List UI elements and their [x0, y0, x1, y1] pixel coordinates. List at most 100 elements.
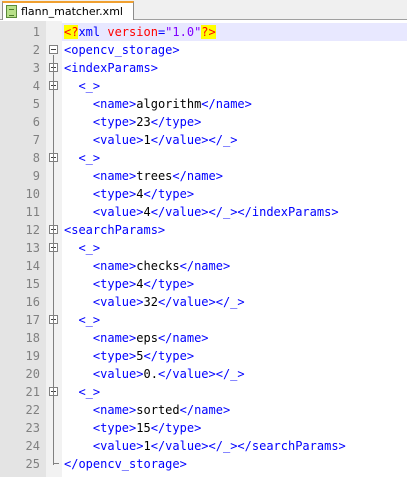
- code-text: <type>4</type>: [64, 275, 194, 293]
- element-value: 4: [136, 187, 144, 201]
- element-value: 1: [143, 439, 151, 453]
- xml-tag: </opencv_storage>: [64, 457, 187, 471]
- line-number: 10: [25, 187, 40, 201]
- code-text: <value>32</value></_>: [64, 293, 245, 311]
- xml-tag: <type>: [92, 187, 137, 201]
- code-line[interactable]: 1 <?xml version="1.0"?>: [0, 23, 407, 41]
- line-number: 17: [25, 313, 40, 327]
- xml-tag: <value>: [92, 205, 144, 219]
- element-value: 1: [143, 133, 151, 147]
- line-number: 18: [25, 331, 40, 345]
- code-line[interactable]: 25 </opencv_storage>: [0, 455, 407, 473]
- xml-tag: <name>: [92, 403, 137, 417]
- element-value: 23: [136, 115, 151, 129]
- xml-tag: <value>: [92, 439, 144, 453]
- fold-end: [53, 455, 59, 464]
- code-text: <?xml version="1.0"?>: [64, 23, 216, 41]
- line-number: 25: [25, 457, 40, 471]
- element-value: sorted: [136, 403, 180, 417]
- line-number: 2: [32, 43, 40, 57]
- xml-tag: <type>: [92, 421, 137, 435]
- tab-bar: flann_matcher.xml: [0, 0, 407, 20]
- code-text: <searchParams>: [64, 221, 165, 239]
- line-number: 6: [32, 115, 40, 129]
- element-value: 0.: [143, 367, 158, 381]
- code-line[interactable]: 17 <_>: [0, 311, 407, 329]
- line-number: 13: [25, 241, 40, 255]
- code-line[interactable]: 6 <type>23</type>: [0, 113, 407, 131]
- line-number: 11: [25, 205, 40, 219]
- code-line[interactable]: 21 <_>: [0, 383, 407, 401]
- code-line[interactable]: 19 <type>5</type>: [0, 347, 407, 365]
- line-number: 9: [32, 169, 40, 183]
- line-number: 8: [32, 151, 40, 165]
- code-text: <name>algorithm</name>: [64, 95, 252, 113]
- xml-tag: </value></_>: [157, 367, 245, 381]
- code-line[interactable]: 7 <value>1</value></_>: [0, 131, 407, 149]
- xml-tag: </name>: [201, 97, 252, 111]
- code-line[interactable]: 5 <name>algorithm</name>: [0, 95, 407, 113]
- fold-toggle-icon[interactable]: [49, 45, 58, 54]
- xml-tag: <value>: [92, 295, 144, 309]
- code-text: <value>4</value></_></indexParams>: [64, 203, 339, 221]
- xml-tag: </name>: [179, 259, 231, 273]
- element-value: 15: [136, 421, 151, 435]
- xml-tag: <name>: [92, 97, 137, 111]
- code-text: </opencv_storage>: [64, 455, 187, 473]
- xml-tag: </type>: [143, 349, 195, 363]
- xml-tag: <indexParams>: [64, 61, 158, 75]
- code-line[interactable]: 23 <type>15</type>: [0, 419, 407, 437]
- code-line[interactable]: 10 <type>4</type>: [0, 185, 407, 203]
- code-text: <type>15</type>: [64, 419, 201, 437]
- file-saved-icon: [6, 5, 17, 18]
- code-line[interactable]: 12 <searchParams>: [0, 221, 407, 239]
- code-line[interactable]: 24 <value>1</value></_></searchParams>: [0, 437, 407, 455]
- code-line[interactable]: 4 <_>: [0, 77, 407, 95]
- xml-tag: <searchParams>: [64, 223, 166, 237]
- code-line[interactable]: 9 <name>trees</name>: [0, 167, 407, 185]
- code-line[interactable]: 8 <_>: [0, 149, 407, 167]
- tab-flann-matcher[interactable]: flann_matcher.xml: [2, 1, 134, 20]
- xml-tag: </type>: [150, 421, 202, 435]
- xml-tag: <_>: [78, 241, 101, 255]
- line-number: 22: [25, 403, 40, 417]
- code-line[interactable]: 3 <indexParams>: [0, 59, 407, 77]
- xml-tag: <type>: [92, 349, 137, 363]
- line-number: 23: [25, 421, 40, 435]
- code-line[interactable]: 11 <value>4</value></_></indexParams>: [0, 203, 407, 221]
- attribute-value: "1.0": [165, 25, 202, 39]
- code-line[interactable]: 16 <value>32</value></_>: [0, 293, 407, 311]
- tab-label: flann_matcher.xml: [21, 5, 123, 18]
- code-line[interactable]: 15 <type>4</type>: [0, 275, 407, 293]
- xml-tag: <_>: [78, 385, 101, 399]
- code-line[interactable]: 18 <name>eps</name>: [0, 329, 407, 347]
- code-editor[interactable]: 1 <?xml version="1.0"?> 2 <opencv_storage> 3…: [0, 21, 407, 477]
- attribute-name: version: [107, 25, 158, 39]
- code-text: <opencv_storage>: [64, 41, 180, 59]
- code-text: <_>: [64, 149, 100, 167]
- element-value: trees: [136, 169, 173, 183]
- code-text: <_>: [64, 77, 100, 95]
- code-line[interactable]: 22 <name>sorted</name>: [0, 401, 407, 419]
- line-number: 4: [32, 79, 40, 93]
- code-text: <value>1</value></_>: [64, 131, 238, 149]
- code-line[interactable]: 14 <name>checks</name>: [0, 257, 407, 275]
- code-text: <_>: [64, 239, 100, 257]
- element-value: 4: [136, 277, 144, 291]
- line-number: 12: [25, 223, 40, 237]
- code-line[interactable]: 13 <_>: [0, 239, 407, 257]
- code-line[interactable]: 20 <value>0.</value></_>: [0, 365, 407, 383]
- code-line[interactable]: 2 <opencv_storage>: [0, 41, 407, 59]
- xml-tag: <name>: [92, 259, 137, 273]
